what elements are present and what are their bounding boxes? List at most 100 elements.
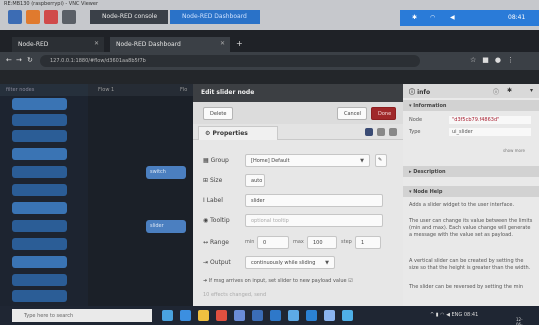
browser-tab-strip: Node-RED ✕ Node-RED Dashboard ✕ + [0,30,539,52]
tooltip-input[interactable]: optional tooltip [245,214,383,227]
close-icon[interactable]: ✕ [94,40,99,47]
new-tab-plus-icon[interactable]: + [236,39,243,48]
menu-icon[interactable]: ⋮ [507,56,520,64]
done-button[interactable]: Done [371,107,396,120]
passthrough-checkbox[interactable]: ☑ [348,278,352,284]
back-icon[interactable]: ← [6,56,12,64]
settings-tab-icon[interactable] [365,128,373,136]
palette-node[interactable] [12,238,67,250]
palette-node[interactable] [12,256,67,268]
palette-node[interactable] [12,130,67,142]
browser-icon[interactable] [44,10,58,24]
tab-properties[interactable]: ⚙ Properties [198,126,278,140]
label-label-text: Label [206,197,223,204]
palette-node[interactable] [12,220,67,232]
tab-flow-1[interactable]: Flow 1 [98,87,114,93]
app-icon[interactable] [252,310,263,321]
passthrough-note-text: If msg arrives on input, set slider to n… [208,278,347,284]
group-select[interactable]: [Home] Default ▼ [245,154,370,167]
size-button[interactable]: auto [245,174,265,187]
canvas-node-switch[interactable]: switch [146,166,186,179]
taskbar-app-dashboard[interactable]: Node-RED Dashboard [170,10,260,24]
range-label: ↔ Range [203,239,229,246]
info-button-icon[interactable]: ⓘ [493,87,499,96]
information-section[interactable]: ▾ Information [403,100,539,111]
appearance-tab-icon[interactable] [389,128,397,136]
palette-node[interactable] [12,166,67,178]
os-clock: 08:41 [508,14,526,21]
info-tab[interactable]: ⓘ info [409,87,430,96]
min-input[interactable]: 0 [257,236,289,249]
label-input[interactable]: slider [245,194,383,207]
description-heading: Description [413,169,446,175]
delete-button[interactable]: Delete [203,107,233,120]
chrome-icon[interactable] [216,310,227,321]
folder-icon[interactable] [26,10,40,24]
output-label-text: Output [209,259,231,266]
terminal-icon[interactable] [62,10,76,24]
node-help-section[interactable]: ▾ Node Help [403,186,539,197]
tooltip-row: ◉ Tooltip optional tooltip [203,214,393,228]
edge-icon[interactable] [180,310,191,321]
step-input[interactable]: 1 [355,236,381,249]
task-view-icon[interactable] [162,310,173,321]
wifi-icon[interactable]: ◠ [430,14,435,21]
workspace: Flow 1 Flo switch slider [88,84,193,306]
size-label: ⊞ Size [203,177,223,184]
windows-taskbar: Type here to search ^ ▮ ◠ ◀ ENG 08:41 12… [0,306,539,325]
browser-actions: ☆■●⋮ [470,56,520,64]
extension-icon[interactable]: ■ [482,56,495,64]
taskbar-search-input[interactable]: Type here to search [12,309,152,322]
taskbar-app-console[interactable]: Node-RED console [90,10,168,24]
palette-node[interactable] [12,184,67,196]
tray-icons[interactable]: ^ ▮ ◠ ◀ ENG [430,312,462,318]
volume-icon[interactable]: ◀ [450,14,455,21]
app-icon[interactable] [270,310,281,321]
max-input[interactable]: 100 [307,236,337,249]
canvas-node-slider[interactable]: slider [146,220,186,233]
info-sidebar: ⓘ info ⓘ ✱ ▾ ▾ Information Node "d3f5cb7… [403,84,539,306]
tab-partial[interactable]: Flo [180,87,187,93]
cancel-button[interactable]: Cancel [337,107,367,120]
workspace-tabs: Flow 1 Flo [88,84,193,96]
address-bar[interactable]: 127.0.0.1:1880/#flow/d3601aa8b5f7b [40,55,420,67]
palette-node[interactable] [12,148,67,160]
close-icon[interactable]: ✕ [220,40,225,47]
output-label: ⇥ Output [203,259,231,266]
description-tab-icon[interactable] [377,128,385,136]
bluetooth-icon[interactable]: ✱ [412,14,417,21]
output-select[interactable]: continuously while sliding ▼ [245,256,335,269]
node-key: Node [409,117,423,123]
palette-node[interactable] [12,274,67,286]
account-icon[interactable]: ● [495,56,507,64]
palette-node[interactable] [12,290,67,302]
chevron-down-icon[interactable]: ▾ [530,87,533,94]
info-tab-label: info [417,89,431,96]
app-icon[interactable] [288,310,299,321]
app-icon[interactable] [306,310,317,321]
browser-tab-node-red[interactable]: Node-RED ✕ [12,37,104,52]
app-icon[interactable] [234,310,245,321]
app-icon[interactable] [324,310,335,321]
description-section[interactable]: ▸ Description [403,166,539,177]
star-icon[interactable]: ☆ [470,56,482,64]
palette-node[interactable] [12,202,67,214]
max-label: max [293,239,304,245]
explorer-icon[interactable] [198,310,209,321]
forward-icon[interactable]: → [16,56,22,64]
palette-node[interactable] [12,114,67,126]
debug-icon[interactable]: ✱ [507,87,512,94]
reload-icon[interactable]: ↻ [27,56,33,64]
chevron-down-icon: ▼ [360,158,364,164]
vnc-icon[interactable] [342,310,353,321]
chevron-down-icon: ▼ [325,260,329,266]
start-icon[interactable] [8,10,22,24]
browser-tab-dashboard[interactable]: Node-RED Dashboard ✕ [110,37,230,52]
palette: filter nodes [0,84,88,306]
show-more-link[interactable]: show more [503,148,525,153]
palette-node[interactable] [12,98,67,110]
edit-group-button[interactable]: ✎ [375,154,387,167]
tooltip-label: ◉ Tooltip [203,217,230,224]
palette-filter[interactable]: filter nodes [0,84,88,96]
system-tray: ^ ▮ ◠ ◀ ENG 08:41 12-06-2019 [430,312,523,325]
